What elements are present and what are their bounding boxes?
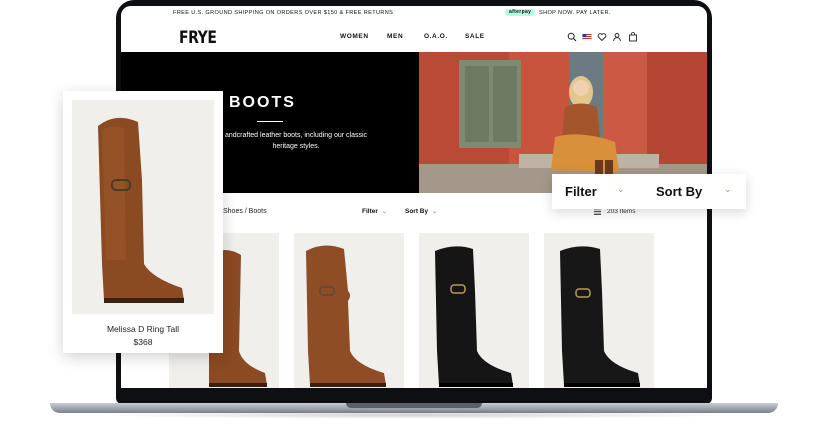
brown-boot-image	[306, 245, 386, 387]
filter-label: Filter	[362, 208, 378, 215]
frye-logo[interactable]: FRYE	[179, 28, 217, 48]
afterpay-badge[interactable]: afterpay	[505, 9, 536, 16]
nav-women[interactable]: WOMEN	[340, 33, 369, 40]
sort-by-card-button[interactable]: Sort By	[656, 184, 702, 199]
us-flag-icon[interactable]	[582, 32, 592, 42]
filter-sort-card: Filter ⌄ Sort By ⌄	[552, 174, 746, 209]
shipping-announcement[interactable]: FREE U.S. GROUND SHIPPING ON ORDERS OVER…	[173, 10, 393, 16]
black-boot-image	[435, 246, 513, 387]
product-tile[interactable]	[419, 233, 529, 388]
laptop-shadow	[90, 411, 740, 419]
chevron-down-icon[interactable]: ⌄	[617, 184, 625, 195]
chevron-down-icon: ⌄	[432, 209, 438, 215]
laptop-notch	[346, 403, 482, 408]
featured-product-card[interactable]: Melissa D Ring Tall $368	[63, 91, 223, 353]
site-header: FRYE WOMEN MEN O.A.O. SALE	[121, 20, 707, 53]
chevron-down-icon: ⌄	[381, 209, 387, 215]
black-boot-image	[560, 246, 640, 387]
product-name[interactable]: Melissa D Ring Tall	[63, 324, 223, 334]
nav-men[interactable]: MEN	[387, 33, 403, 40]
hero-title: BOOTS	[229, 94, 296, 111]
hero-image	[419, 52, 707, 193]
filter-card-button[interactable]: Filter	[565, 184, 597, 199]
grid-view-icon[interactable]	[594, 208, 601, 215]
brown-tall-boot-image	[98, 117, 184, 303]
sort-by-label: Sort By	[405, 208, 429, 215]
product-tile[interactable]	[544, 233, 654, 388]
items-count: 203 Items	[607, 208, 636, 215]
heart-icon[interactable]	[597, 32, 607, 42]
hero-description: andcrafted leather boots, including our …	[224, 132, 368, 150]
shop-now-link[interactable]: SHOP NOW. PAY LATER.	[539, 10, 611, 16]
product-image	[72, 100, 214, 314]
hero-divider	[257, 121, 283, 122]
sort-by-button[interactable]: Sort By ⌄	[405, 208, 437, 215]
breadcrumb[interactable]: Shoes / Boots	[223, 208, 267, 215]
nav-sale[interactable]: SALE	[465, 33, 485, 40]
announcement-bar: FREE U.S. GROUND SHIPPING ON ORDERS OVER…	[121, 6, 707, 21]
bag-icon[interactable]	[628, 32, 638, 42]
hero-photo	[419, 52, 707, 193]
nav-oao[interactable]: O.A.O.	[424, 33, 448, 40]
user-icon[interactable]	[612, 32, 622, 42]
product-tile[interactable]	[294, 233, 404, 388]
search-icon[interactable]	[567, 32, 577, 42]
filter-button[interactable]: Filter ⌄	[362, 208, 387, 215]
chevron-down-icon[interactable]: ⌄	[724, 184, 732, 195]
product-price: $368	[133, 337, 153, 347]
